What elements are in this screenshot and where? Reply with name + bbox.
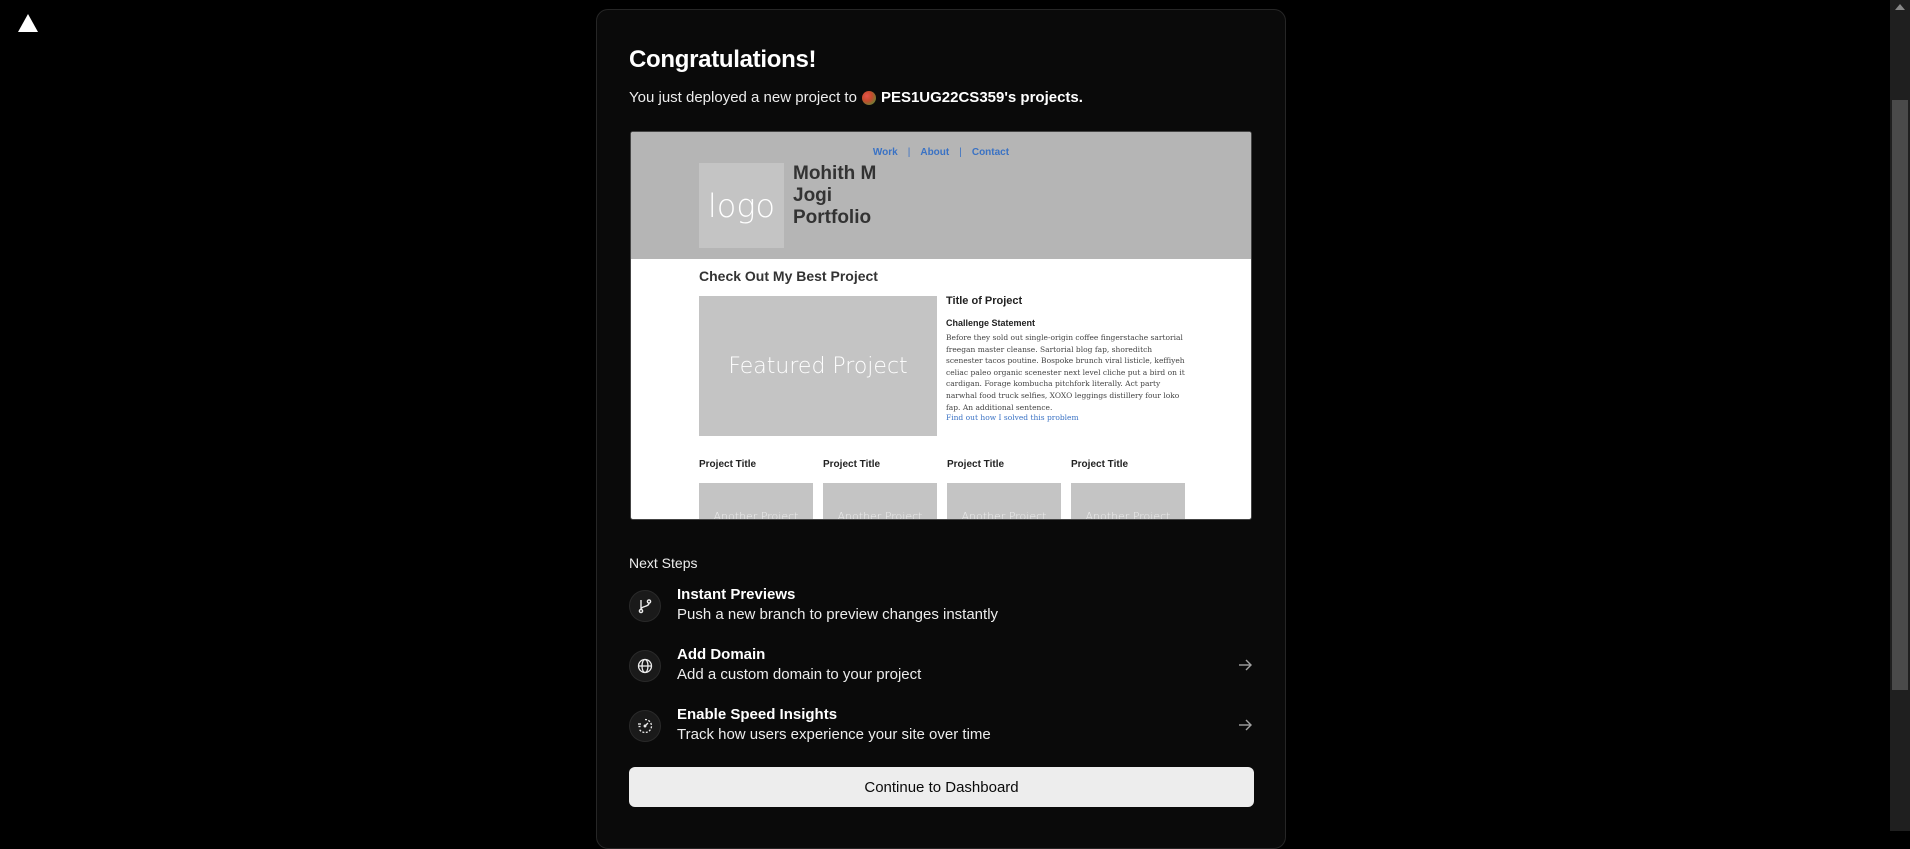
- preview-project-title: Title of Project: [946, 295, 1023, 307]
- arrow-right-icon[interactable]: [1236, 716, 1254, 734]
- speed-gauge-icon: [629, 710, 661, 742]
- vercel-logo-icon[interactable]: [18, 14, 38, 32]
- preview-body-text: Before they sold out single-origin coffe…: [946, 333, 1185, 412]
- team-avatar: [861, 90, 876, 105]
- globe-icon: [629, 650, 661, 682]
- git-branch-icon: [629, 590, 661, 622]
- page-scrollbar[interactable]: [1890, 0, 1910, 831]
- preview-grid-image: Another Project: [823, 483, 937, 519]
- subtitle-prefix: You just deployed a new project to: [629, 89, 857, 106]
- preview-nav-work: Work: [872, 147, 898, 158]
- preview-nav: Work | About | Contact: [631, 147, 1251, 158]
- preview-grid-image: Another Project: [699, 483, 813, 519]
- preview-grid-title: Project Title: [823, 459, 881, 470]
- step-description: Push a new branch to preview changes ins…: [677, 606, 999, 623]
- preview-grid-title: Project Title: [1071, 459, 1129, 470]
- preview-grid-image: Another Project: [1071, 483, 1185, 519]
- next-steps-heading: Next Steps: [629, 555, 698, 571]
- deployment-preview[interactable]: Work | About | Contact logo Mohith M Jogi Po…: [630, 131, 1252, 520]
- scroll-up-icon[interactable]: [1895, 4, 1905, 10]
- preview-logo: logo: [699, 163, 784, 248]
- preview-nav-about: About: [920, 147, 950, 158]
- preview-challenge-label: Challenge Statement: [946, 318, 1036, 328]
- preview-nav-contact: Contact: [971, 147, 1010, 158]
- preview-featured-image: Featured Project: [699, 296, 937, 436]
- preview-grid-image: Another Project: [947, 483, 1061, 519]
- preview-site-name: Mohith M Jogi Portfolio: [793, 163, 877, 228]
- step-description: Track how users experience your site ove…: [677, 726, 991, 743]
- page-title: Congratulations!: [629, 46, 817, 73]
- team-name: PES1UG22CS359's projects.: [880, 89, 1083, 106]
- preview-grid-title: Project Title: [699, 459, 757, 470]
- step-add-domain[interactable]: Add Domain Add a custom domain to your p…: [629, 644, 1254, 686]
- preview-header: Work | About | Contact logo Mohith M Jogi Po…: [631, 132, 1251, 259]
- step-instant-previews[interactable]: Instant Previews Push a new branch to pr…: [629, 584, 1254, 626]
- deploy-subtitle: You just deployed a new project to PES1U…: [629, 89, 1083, 106]
- continue-to-dashboard-button[interactable]: Continue to Dashboard: [629, 767, 1254, 807]
- scrollbar-thumb[interactable]: [1892, 100, 1908, 690]
- step-description: Add a custom domain to your project: [677, 666, 922, 683]
- step-title: Enable Speed Insights: [677, 706, 838, 723]
- step-title: Add Domain: [677, 646, 766, 663]
- step-title: Instant Previews: [677, 586, 796, 603]
- preview-link: Find out how I solved this problem: [946, 413, 1079, 422]
- arrow-right-icon[interactable]: [1236, 656, 1254, 674]
- step-speed-insights[interactable]: Enable Speed Insights Track how users ex…: [629, 704, 1254, 746]
- preview-section-title: Check Out My Best Project: [699, 268, 878, 284]
- deployment-success-card: Congratulations! You just deployed a new…: [596, 9, 1286, 849]
- preview-grid-title: Project Title: [947, 459, 1005, 470]
